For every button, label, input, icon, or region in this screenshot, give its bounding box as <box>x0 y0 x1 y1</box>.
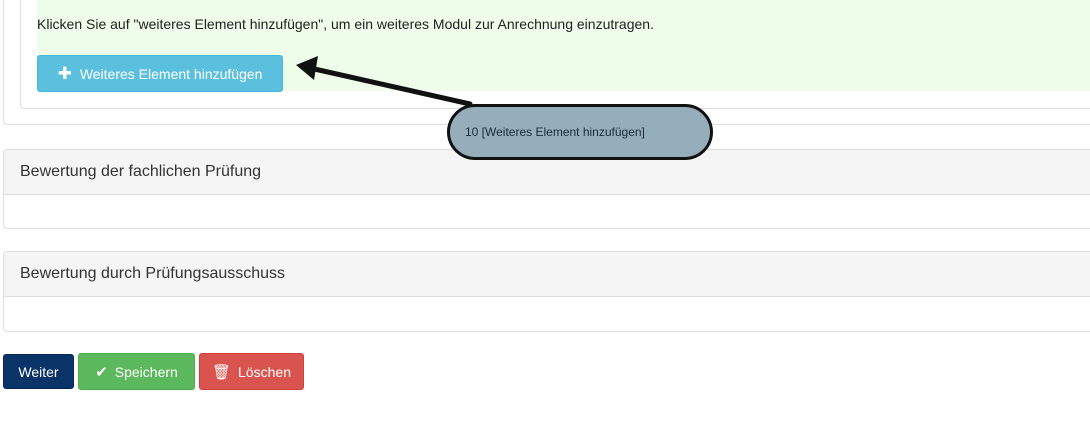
add-element-button[interactable]: ✚ Weiteres Element hinzufügen <box>37 55 283 92</box>
add-element-label: Weiteres Element hinzufügen <box>79 65 263 82</box>
save-button[interactable]: ✔ Speichern <box>78 353 195 390</box>
section-committee-evaluation: Bewertung durch Prüfungsausschuss <box>3 251 1090 332</box>
save-label: Speichern <box>114 363 178 380</box>
delete-button[interactable]: 🗑 Löschen <box>199 353 304 390</box>
plus-icon: ✚ <box>57 63 72 83</box>
delete-label: Löschen <box>238 363 291 380</box>
annotation-text: 10 [Weiteres Element hinzufügen] <box>465 125 645 139</box>
section-technical-evaluation: Bewertung der fachlichen Prüfung <box>3 149 1090 229</box>
annotation-callout: 10 [Weiteres Element hinzufügen] <box>447 104 713 160</box>
info-text: Klicken Sie auf "weiteres Element hinzuf… <box>37 16 654 32</box>
next-button[interactable]: Weiter <box>3 354 74 389</box>
section-title: Bewertung durch Prüfungsausschuss <box>4 252 1090 297</box>
trash-icon: 🗑 <box>212 363 232 381</box>
checkmark-icon: ✔ <box>95 363 108 381</box>
